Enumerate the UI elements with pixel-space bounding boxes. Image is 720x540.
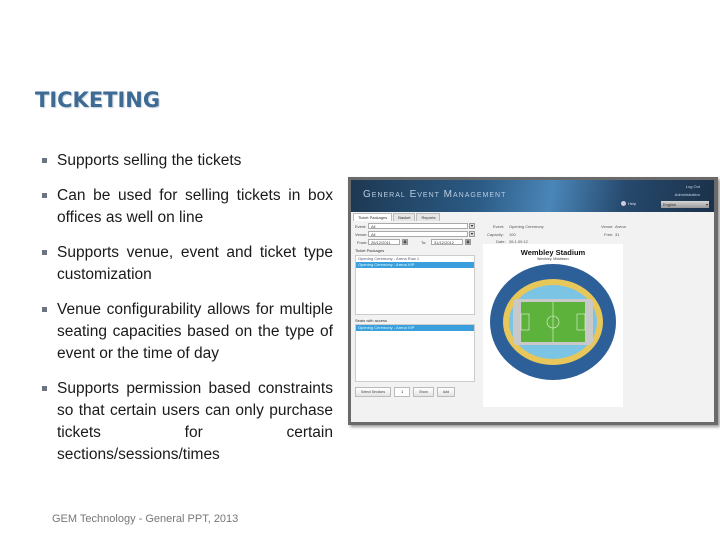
bullet-square-icon (42, 386, 47, 391)
detail-capacity-value: 100 (509, 232, 516, 237)
seats-title: Seats with access (355, 318, 388, 323)
language-select[interactable]: English ▾ (661, 201, 709, 208)
from-date-field[interactable]: 26/12/2011 (368, 239, 400, 245)
tab-reports[interactable]: Reports (416, 213, 441, 221)
help-icon (621, 201, 626, 207)
stadium-seating-chart[interactable] (483, 244, 623, 407)
tab-ticket-packages[interactable]: Ticket Packages (353, 213, 393, 221)
bullet-item: Can be used for selling tickets in box o… (40, 185, 333, 229)
to-calendar-icon[interactable]: ▦ (465, 239, 471, 245)
bullet-square-icon (42, 193, 47, 198)
bullet-item: Supports permission based constraints so… (40, 378, 333, 466)
venue-dropdown-button[interactable]: ▾ (469, 231, 475, 237)
ticket-packages-title: Ticket Packages (355, 248, 385, 253)
event-select[interactable]: All (368, 223, 468, 229)
chevron-down-icon: ▾ (705, 202, 708, 207)
help-link[interactable]: Help (621, 201, 636, 207)
bullet-list: Supports selling the tickets Can be used… (40, 150, 333, 479)
logout-link[interactable]: Log Out (675, 183, 700, 191)
detail-venue-label: Venue: (601, 224, 614, 229)
quantity-stepper[interactable]: 1 (394, 387, 411, 397)
to-date-field[interactable]: 31/12/2012 (431, 239, 463, 245)
event-label: Event: (355, 224, 367, 229)
tab-bar: Ticket Packages Basket Reports (353, 213, 441, 221)
app-body: Ticket Packages Basket Reports Event: Al… (351, 212, 714, 422)
app-title: General Event Management (363, 189, 507, 200)
tab-basket[interactable]: Basket (393, 213, 416, 221)
detail-event-label: Event: (493, 224, 505, 229)
detail-venue-value: Arena (615, 224, 626, 229)
add-button[interactable]: Add (436, 387, 456, 397)
app-header: General Event Management Log Out Adminis… (351, 180, 714, 212)
venue-label: Venue: (355, 232, 368, 237)
seats-list[interactable]: Opening Ceremony - Arena VIP (355, 324, 475, 382)
from-calendar-icon[interactable]: ▦ (402, 239, 408, 245)
bullet-item: Supports venue, event and ticket type cu… (40, 242, 333, 286)
ticket-packages-list[interactable]: Opening Ceremony - Arena Row 1 Opening C… (355, 255, 475, 315)
header-links: Log Out Administration (675, 183, 700, 199)
detail-free-label: Free: (604, 232, 614, 237)
slide-footer: GEM Technology - General PPT, 2013 (52, 513, 239, 525)
button-bar: Select Sections 1 Show Add (355, 387, 458, 397)
list-item[interactable]: Opening Ceremony - Arena VIP (356, 325, 474, 331)
bullet-item: Venue configurability allows for multipl… (40, 299, 333, 365)
detail-event-value: Opening Ceremony (509, 224, 544, 229)
bullet-square-icon (42, 158, 47, 163)
app-screenshot: General Event Management Log Out Adminis… (348, 177, 718, 425)
show-button[interactable]: Show (413, 387, 434, 397)
stadium-map[interactable]: Wembley Stadium Wembley, Middlesex (483, 244, 623, 407)
to-label: To: (421, 240, 427, 245)
bullet-square-icon (42, 307, 47, 312)
detail-capacity-label: Capacity: (487, 232, 504, 237)
from-label: From: (357, 240, 368, 245)
bullet-item: Supports selling the tickets (40, 150, 333, 172)
slide-title: TICKETING (35, 88, 161, 112)
event-dropdown-button[interactable]: ▾ (469, 223, 475, 229)
list-item[interactable]: Opening Ceremony - Arena VIP (356, 262, 474, 268)
detail-free-value: 31 (615, 232, 620, 237)
select-sections-button[interactable]: Select Sections (355, 387, 392, 397)
administration-link[interactable]: Administration (675, 191, 700, 199)
venue-select[interactable]: All (368, 231, 468, 237)
bullet-square-icon (42, 250, 47, 255)
